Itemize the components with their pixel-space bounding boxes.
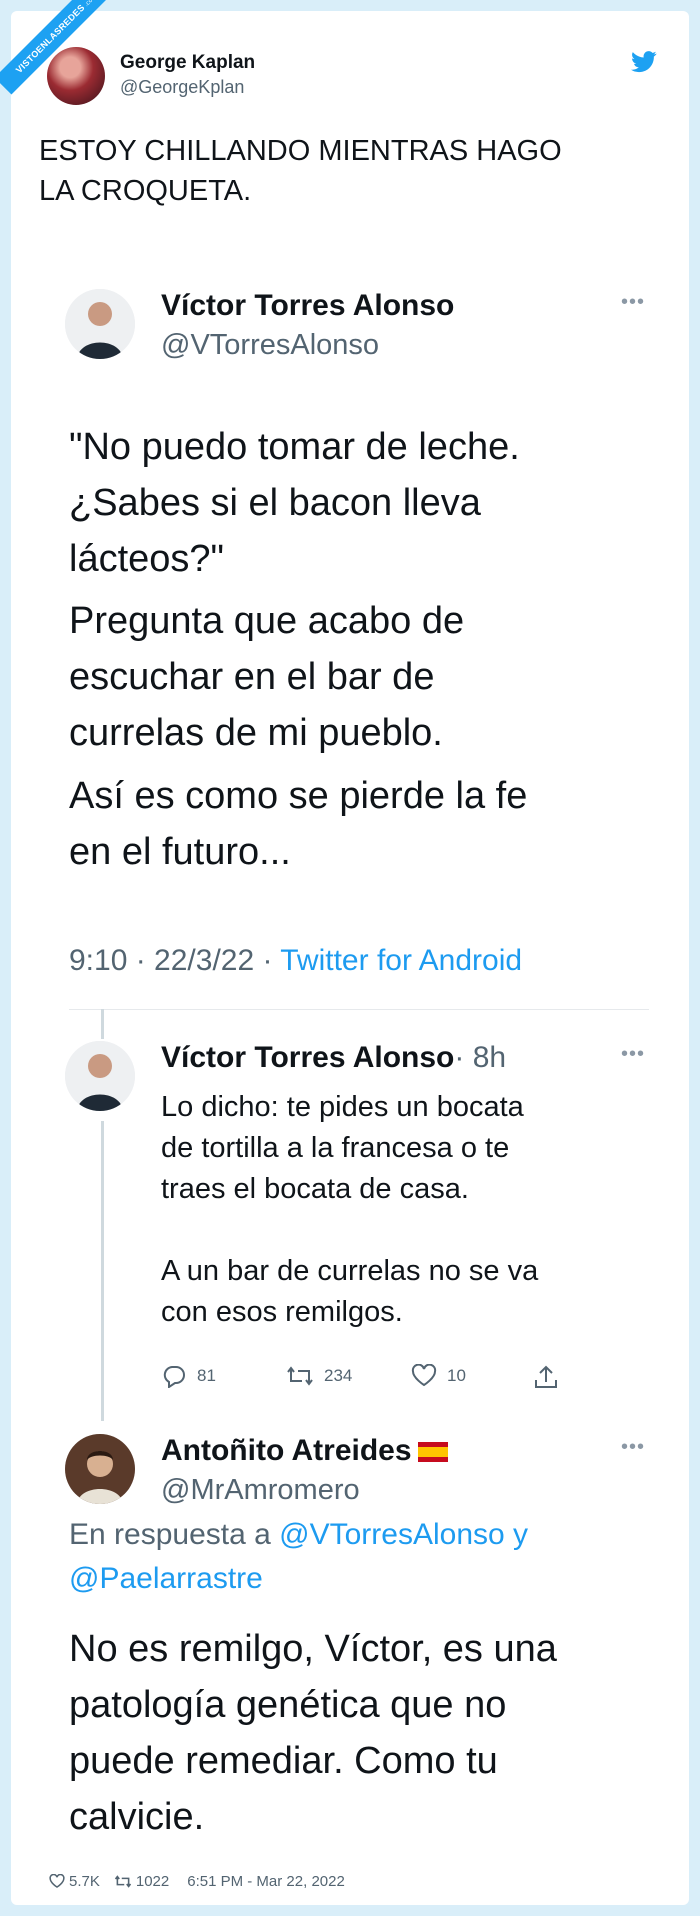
retweet-count: 234	[324, 1366, 353, 1385]
heart-icon	[411, 1364, 437, 1387]
twitter-bird-icon[interactable]	[631, 51, 657, 73]
watermark-suffix: .com	[83, 0, 99, 9]
like-count: 10	[447, 1366, 466, 1385]
retweet-icon[interactable]	[114, 1874, 132, 1889]
antonito-avatar	[65, 1434, 135, 1504]
quoted-body-1: "No puedo tomar de leche. ¿Sabes si el b…	[69, 426, 520, 580]
tweet-card: VISTOENLASREDES.com George Kaplan @Georg…	[0, 0, 689, 1905]
embedded-screenshot: Víctor Torres Alonso @VTorresAlonso ••• …	[49, 241, 669, 1841]
author-name[interactable]: George Kaplan	[120, 52, 255, 74]
author-avatar[interactable]	[47, 47, 105, 105]
more-options-icon[interactable]: •••	[621, 291, 645, 314]
author-handle[interactable]: @GeorgeKplan	[120, 77, 244, 98]
person-avatar-icon	[65, 289, 135, 359]
quoted-time: 9:10 · 22/3/22 ·	[69, 944, 281, 977]
in-reply-to: En respuesta a @VTorresAlonso y @Paelarr…	[69, 1513, 659, 1601]
reply1-name: Víctor Torres Alonso· 8h	[161, 1041, 506, 1075]
footer-timestamp[interactable]: 6:51 PM - Mar 22, 2022	[187, 1873, 345, 1890]
reply1-actions: 81 234 10	[161, 1364, 661, 1394]
retweet-icon	[287, 1366, 313, 1386]
quoted-handle: @VTorresAlonso	[161, 329, 380, 361]
reply-count: 81	[197, 1366, 216, 1385]
person-avatar-icon	[65, 1041, 135, 1111]
like-action[interactable]: 10	[411, 1364, 466, 1388]
footer-likes: 5.7K	[69, 1873, 100, 1890]
more-options-icon[interactable]: •••	[621, 1436, 645, 1459]
reply2-name: Antoñito Atreides	[161, 1434, 448, 1468]
quoted-body-2: Pregunta que acabo de escuchar en el bar…	[69, 600, 465, 754]
reply2-handle: @MrAmromero	[161, 1474, 360, 1506]
quoted-client[interactable]: Twitter for Android	[280, 944, 522, 977]
reply1-author: Víctor Torres Alonso	[161, 1041, 455, 1074]
tweet-footer: 5.7K 1022 6:51 PM - Mar 22, 2022	[49, 1873, 345, 1890]
reply2-body: No es remilgo, Víctor, es una patología …	[69, 1628, 557, 1838]
thread-line	[101, 1009, 104, 1039]
share-action[interactable]	[533, 1364, 559, 1390]
share-icon	[535, 1365, 557, 1388]
quoted-name: Víctor Torres Alonso	[161, 289, 455, 322]
victor-avatar	[65, 1041, 135, 1111]
tweet-text: ESTOY CHILLANDO MIENTRAS HAGO LA CROQUET…	[39, 135, 562, 207]
reply-icon	[163, 1366, 185, 1388]
victor-avatar	[65, 289, 135, 359]
tweet-author: George Kaplan @GeorgeKplan	[47, 47, 667, 107]
quoted-body-3: Así es como se pierde la fe en el futuro…	[69, 775, 528, 873]
person-avatar-icon	[65, 1434, 135, 1504]
spain-flag-icon	[417, 1442, 448, 1463]
more-options-icon[interactable]: •••	[621, 1043, 645, 1066]
reply1-body: Lo dicho: te pides un bocata de tortilla…	[161, 1091, 539, 1328]
in-reply-prefix: En respuesta a	[69, 1518, 280, 1551]
reply2-author: Antoñito Atreides	[161, 1434, 412, 1467]
heart-icon[interactable]	[49, 1874, 65, 1889]
retweet-action[interactable]: 234	[286, 1364, 352, 1388]
thread-line	[101, 1121, 104, 1421]
divider	[69, 1009, 649, 1010]
reply-action[interactable]: 81	[161, 1364, 216, 1388]
footer-retweets: 1022	[135, 1873, 170, 1890]
quoted-meta: 9:10 · 22/3/22 · Twitter for Android	[69, 944, 522, 978]
reply1-age: · 8h	[454, 1041, 507, 1074]
